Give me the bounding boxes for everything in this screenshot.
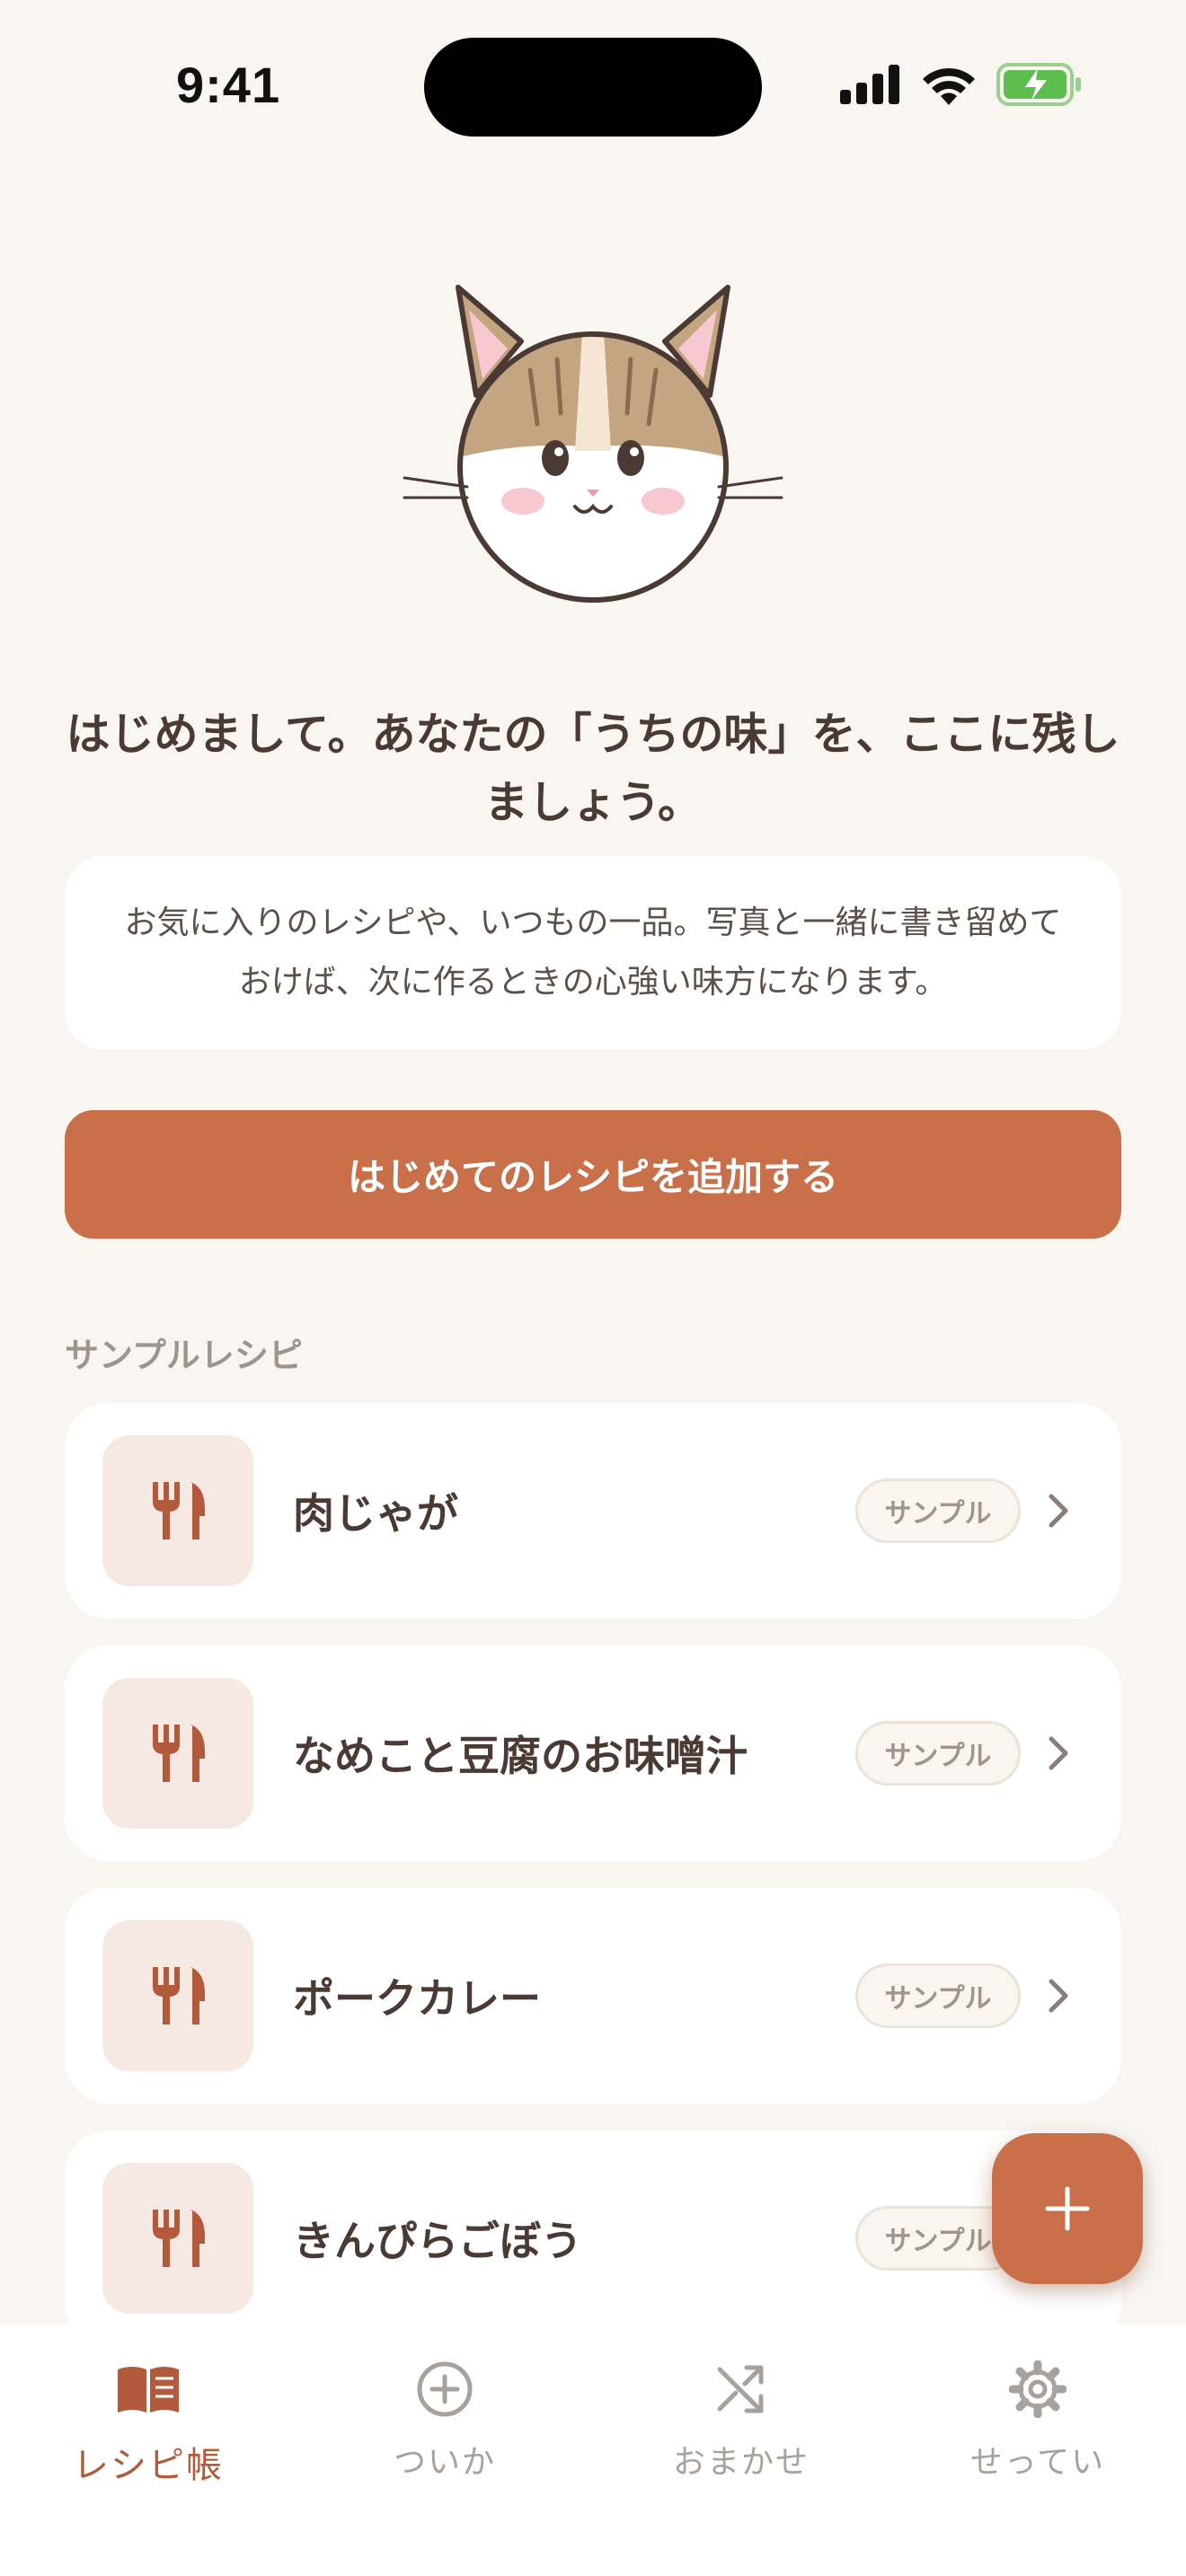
tab-label: おまかせ [672,2444,810,2481]
tab-label: せってい [969,2444,1106,2481]
status-time: 9:41 [176,57,281,113]
recipe-title: きんぴらごぼう [293,2217,582,2265]
recipe-title: 肉じゃが [293,1489,458,1538]
intro-card: お気に入りのレシピや、いつもの一品。写真と一緒に書き留めておけば、次に作るときの… [65,856,1121,1050]
utensils-icon [153,1725,205,1782]
tab-settings[interactable]: せってい [890,2355,1186,2517]
chevron-right-icon [1049,1979,1068,2013]
wifi-icon [923,67,975,105]
chevron-right-icon [1049,1736,1068,1770]
gear-icon [1009,2360,1067,2418]
utensils-icon [153,1482,205,1539]
utensils-icon [153,1967,205,2025]
recipe-card[interactable]: きんぴらごぼう サンプル [65,2130,1121,2346]
plus-icon [1045,2186,1090,2231]
onboarding-headline: はじめまして。あなたの「うちの味」を、ここに残しましょう。 [66,709,1120,828]
chevron-right-icon [1049,1494,1068,1528]
sample-badge: サンプル [855,1963,1021,2028]
add-recipe-fab[interactable] [992,2133,1143,2284]
tab-random[interactable]: おまかせ [593,2355,890,2517]
sample-badge: サンプル [855,1478,1021,1543]
recipe-card[interactable]: 肉じゃが サンプル [65,1403,1121,1619]
recipe-card[interactable]: ポークカレー サンプル [65,1888,1121,2104]
status-bar: 9:41 [0,0,1186,171]
battery-charging-icon [996,63,1081,106]
recipe-thumbnail [102,2163,253,2314]
status-icons [840,63,1083,106]
intro-description: お気に入りのレシピや、いつもの一品。写真と一緒に書き留めておけば、次に作るときの… [124,904,1062,1001]
tab-label: ついか [393,2444,496,2481]
tab-bar: レシピ帳 ついか おまかせ せってい [0,2325,1186,2576]
recipe-card[interactable]: なめこと豆腐のお味噌汁 サンプル [65,1645,1121,1861]
recipe-thumbnail [102,1920,253,2071]
add-circle-icon [417,2361,473,2417]
signal-icon [840,65,899,104]
add-first-recipe-label: はじめてのレシピを追加する [347,1155,838,1199]
tab-recipe-book[interactable]: レシピ帳 [0,2355,296,2517]
sample-badge: サンプル [855,1721,1021,1786]
shuffle-icon [717,2365,764,2413]
sample-section-label: サンプルレシピ [65,1336,303,1375]
dynamic-island [424,38,762,137]
recipe-thumbnail [102,1678,253,1829]
add-first-recipe-button[interactable]: はじめてのレシピを追加する [65,1110,1121,1239]
recipe-title: なめこと豆腐のお味噌汁 [293,1732,748,1780]
utensils-icon [153,2210,205,2267]
cat-mascot-illustration [403,285,783,603]
book-icon [118,2367,179,2413]
tab-add[interactable]: ついか [296,2355,593,2517]
tab-label: レシピ帳 [73,2445,224,2486]
recipe-title: ポークカレー [293,1974,541,2023]
recipe-thumbnail [102,1435,253,1586]
